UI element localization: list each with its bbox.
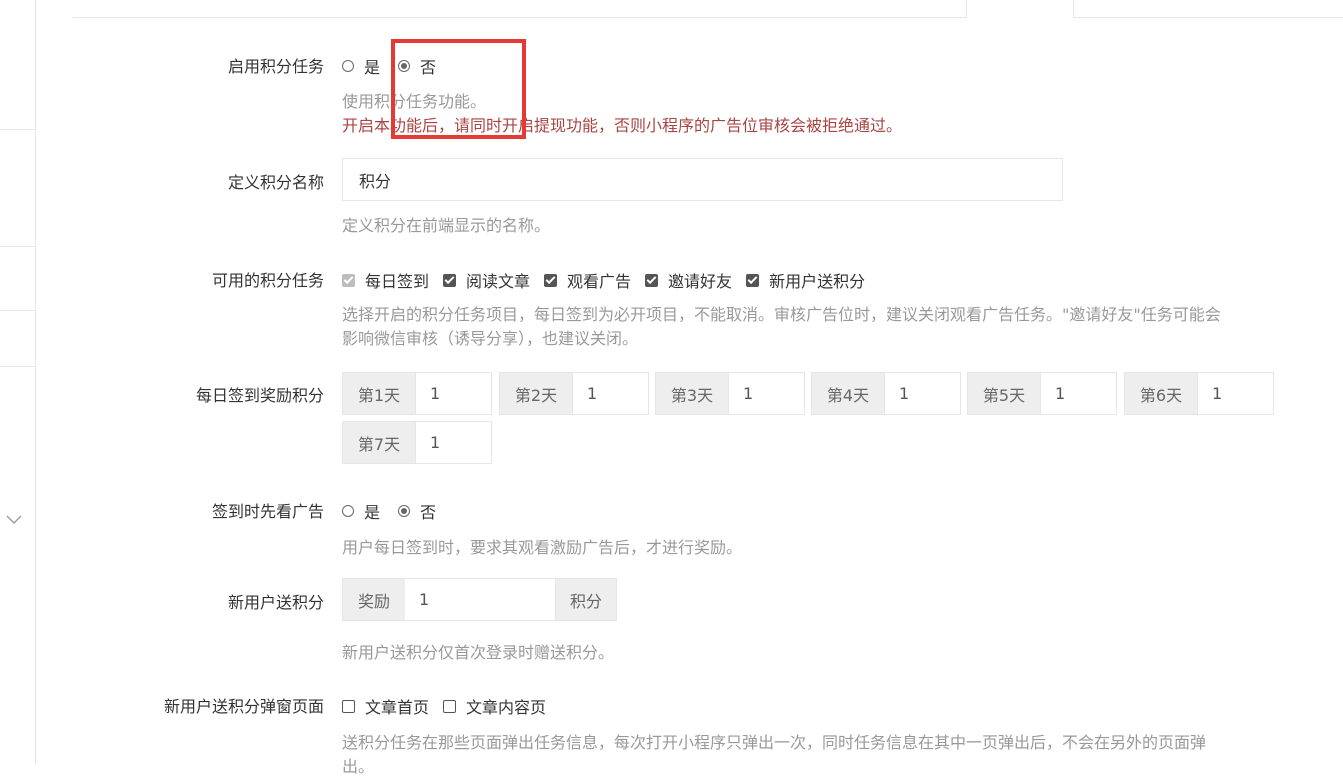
- task-invite-friend-checkbox[interactable]: 邀请好友: [645, 268, 732, 292]
- checkbox-icon: [443, 699, 457, 713]
- task-read-article-checkbox[interactable]: 阅读文章: [443, 268, 530, 292]
- points-name-help: 定义积分在前端显示的名称。: [342, 216, 551, 235]
- day-label: 第7天: [342, 421, 415, 464]
- checkbox-label: 阅读文章: [466, 272, 531, 291]
- available-tasks-checkbox-group: 每日签到 阅读文章 观看广告 邀请好友 新用户送积分: [342, 268, 879, 292]
- checkbox-checked-disabled-icon: [342, 273, 355, 287]
- warning-text: 开启本功能后，请同时开启提现功能，否则小程序的广告位审核会被拒绝通过。: [342, 116, 903, 135]
- popup-article-content-checkbox[interactable]: 文章内容页: [443, 694, 546, 718]
- checkbox-checked-icon: [645, 273, 659, 287]
- radio-label: 否: [420, 503, 437, 522]
- help-text-line: 选择开启的积分任务项目，每日签到为必开项目，不能取消。审核广告位时，建议关闭观看…: [342, 305, 1221, 324]
- daily-signin-points-label: 每日签到奖励积分: [195, 386, 324, 405]
- help-text: 使用积分任务功能。: [342, 92, 487, 111]
- day-label: 第3天: [655, 372, 728, 415]
- new-user-points-input-group: 奖励 积分: [342, 578, 617, 621]
- checkbox-checked-icon: [544, 273, 558, 287]
- popup-article-home-checkbox[interactable]: 文章首页: [342, 694, 429, 718]
- checkbox-checked-icon: [746, 273, 760, 287]
- checkbox-label: 新用户送积分: [769, 272, 866, 291]
- day-1-points-input[interactable]: [415, 372, 492, 415]
- task-watch-ad-checkbox[interactable]: 观看广告: [544, 268, 631, 292]
- new-user-popup-pages-help: 送积分任务在那些页面弹出任务信息，每次打开小程序只弹出一次，同时任务信息在其中一…: [342, 731, 1206, 779]
- day-5-points-input[interactable]: [1040, 372, 1117, 415]
- ad-before-signin-help: 用户每日签到时，要求其观看激励广告后，才进行奖励。: [342, 538, 743, 557]
- points-name-input[interactable]: [342, 158, 1063, 201]
- checkbox-label: 观看广告: [567, 272, 632, 291]
- new-user-popup-pages-label: 新用户送积分弹窗页面: [163, 697, 324, 716]
- enable-tasks-radio-group: 是 否: [342, 54, 454, 78]
- day-4-group: 第4天: [811, 372, 961, 415]
- day-3-group: 第3天: [655, 372, 805, 415]
- radio-label: 否: [420, 58, 437, 77]
- checkbox-label: 邀请好友: [668, 272, 733, 291]
- day-7-group: 第7天: [342, 421, 492, 464]
- enable-tasks-no-radio[interactable]: 否: [398, 54, 436, 78]
- new-user-points-input[interactable]: [405, 578, 555, 621]
- new-user-points-control: 奖励 积分: [342, 578, 617, 621]
- radio-icon: [342, 60, 354, 72]
- reward-prefix: 奖励: [342, 578, 405, 621]
- checkbox-label: 文章首页: [365, 698, 430, 717]
- ad-before-signin-label: 签到时先看广告: [211, 502, 324, 521]
- day-label: 第2天: [499, 372, 572, 415]
- chevron-down-icon: [6, 515, 22, 524]
- popup-pages-checkbox-group: 文章首页 文章内容页: [342, 694, 560, 718]
- checkbox-label: 每日签到: [365, 272, 430, 291]
- day-2-group: 第2天: [499, 372, 649, 415]
- enable-tasks-yes-radio[interactable]: 是: [342, 54, 380, 78]
- day-label: 第5天: [967, 372, 1040, 415]
- sidebar-dropdown[interactable]: [0, 246, 36, 524]
- new-user-points-help: 新用户送积分仅首次登录时赠送积分。: [342, 643, 615, 662]
- available-tasks-label: 可用的积分任务: [211, 271, 324, 290]
- enable-tasks-label: 启用积分任务: [227, 57, 324, 76]
- day-6-points-input[interactable]: [1197, 372, 1274, 415]
- tab-active[interactable]: [966, 0, 1074, 18]
- radio-label: 是: [364, 58, 381, 77]
- radio-label: 是: [364, 503, 381, 522]
- available-tasks-help: 选择开启的积分任务项目，每日签到为必开项目，不能取消。审核广告位时，建议关闭观看…: [342, 303, 1221, 351]
- day-label: 第4天: [811, 372, 884, 415]
- day-label: 第6天: [1124, 372, 1197, 415]
- day-1-group: 第1天: [342, 372, 492, 415]
- radio-icon: [342, 505, 354, 517]
- day-7-points-input[interactable]: [415, 421, 492, 464]
- ad-before-signin-radio-group: 是 否: [342, 499, 454, 523]
- checkbox-checked-icon: [443, 273, 457, 287]
- sidebar-divider: [0, 129, 36, 130]
- points-name-control: [342, 158, 1063, 201]
- settings-tab-bar: [73, 0, 1343, 18]
- help-text-line: 送积分任务在那些页面弹出任务信息，每次打开小程序只弹出一次，同时任务信息在其中一…: [342, 733, 1207, 752]
- enable-tasks-help: 使用积分任务功能。 开启本功能后，请同时开启提现功能，否则小程序的广告位审核会被…: [342, 90, 902, 138]
- day-5-group: 第5天: [967, 372, 1117, 415]
- radio-selected-icon: [398, 505, 411, 517]
- help-text-line: 影响微信审核（诱导分享），也建议关闭。: [342, 329, 639, 348]
- day-4-points-input[interactable]: [884, 372, 961, 415]
- task-new-user-points-checkbox[interactable]: 新用户送积分: [746, 268, 865, 292]
- checkbox-icon: [342, 699, 355, 713]
- ad-before-signin-no-radio[interactable]: 否: [398, 499, 436, 523]
- checkbox-label: 文章内容页: [466, 698, 547, 717]
- new-user-points-label: 新用户送积分: [227, 593, 324, 612]
- radio-selected-icon: [398, 60, 411, 72]
- help-text-line: 出。: [342, 757, 375, 776]
- points-name-label: 定义积分名称: [227, 173, 324, 192]
- day-3-points-input[interactable]: [728, 372, 805, 415]
- points-suffix: 积分: [555, 578, 617, 621]
- day-2-points-input[interactable]: [572, 372, 649, 415]
- sidebar-edge: [35, 0, 36, 765]
- day-6-group: 第6天: [1124, 372, 1274, 415]
- sidebar-divider: [0, 366, 36, 367]
- day-label: 第1天: [342, 372, 415, 415]
- task-daily-signin-checkbox[interactable]: 每日签到: [342, 268, 429, 292]
- ad-before-signin-yes-radio[interactable]: 是: [342, 499, 380, 523]
